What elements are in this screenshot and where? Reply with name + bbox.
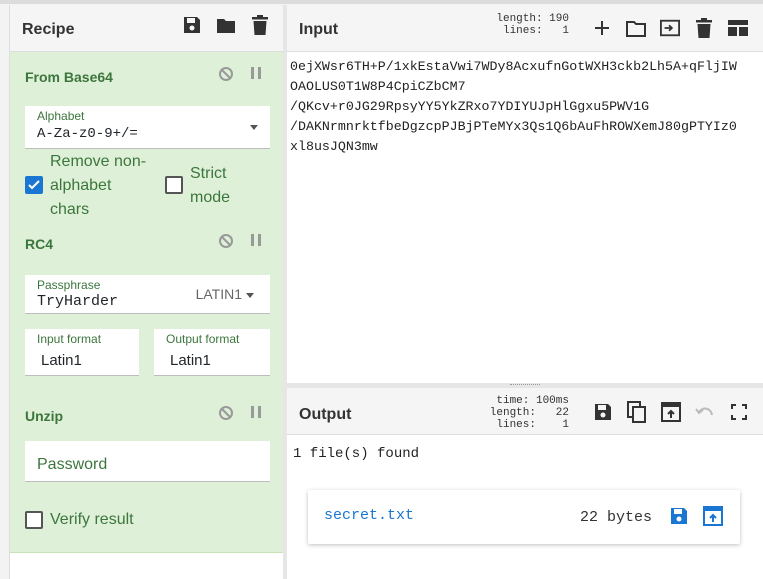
input-format-field[interactable]: Input format Latin1 [25, 329, 139, 376]
op-title: RC4 [25, 236, 54, 252]
input-icon[interactable] [660, 18, 680, 38]
trash-icon[interactable] [250, 15, 270, 35]
resize-grip [510, 384, 540, 387]
save-icon[interactable] [182, 15, 202, 35]
output-summary: 1 file(s) found [293, 446, 420, 462]
replace-input-icon[interactable] [661, 402, 681, 422]
recipe-panel: Recipe From Base64 Alphabet A-Za-z0-9+/= [9, 5, 284, 579]
recipe-title: Recipe [22, 21, 75, 38]
output-title: Output [299, 406, 352, 423]
alphabet-label: Alphabet [37, 109, 85, 123]
output-header: Output time: 100ms length: 22 lines: 1 [287, 388, 763, 435]
strict-mode-checkbox[interactable] [165, 176, 183, 194]
dropdown-caret-icon[interactable] [250, 125, 258, 130]
open-file-icon[interactable] [703, 506, 723, 526]
output-format-label: Output format [166, 332, 240, 346]
disable-icon[interactable] [218, 66, 234, 87]
remove-non-alpha-checkbox[interactable] [25, 176, 43, 194]
passphrase-field[interactable]: Passphrase TryHarder LATIN1 [25, 275, 270, 314]
password-placeholder: Password [37, 456, 108, 473]
encoding-caret-icon[interactable] [246, 293, 254, 298]
breakpoint-icon[interactable] [250, 233, 262, 254]
copy-icon[interactable] [627, 401, 647, 423]
breakpoint-icon[interactable] [250, 66, 262, 87]
breakpoint-icon[interactable] [250, 405, 262, 426]
verify-result-label: Verify result [50, 511, 134, 528]
output-length: length: 22 [489, 407, 569, 419]
input-stats: length: 190 lines: 1 [491, 13, 569, 37]
recipe-header: Recipe [10, 5, 284, 52]
op-rc4[interactable]: RC4 Passphrase TryHarder LATIN1 Input fo… [10, 219, 284, 388]
input-title: Input [299, 21, 339, 38]
trash-icon[interactable] [694, 18, 714, 38]
alphabet-field[interactable]: Alphabet A-Za-z0-9+/= [25, 106, 270, 149]
output-stats: time: 100ms length: 22 lines: 1 [483, 395, 569, 431]
passphrase-label: Passphrase [37, 278, 101, 292]
disable-icon[interactable] [218, 233, 234, 254]
output-pane: Output time: 100ms length: 22 lines: 1 1… [287, 388, 763, 579]
output-time: time: 100ms [496, 395, 569, 407]
op-title: From Base64 [25, 69, 113, 85]
input-textarea[interactable]: 0ejXWsr6TH+P/1xkEstaVwi7WDy8AcxufnGotWXH… [290, 57, 737, 157]
input-format-label: Input format [37, 332, 102, 346]
layout-icon[interactable] [728, 18, 748, 38]
op-unzip[interactable]: Unzip Password Verify result [10, 387, 284, 553]
undo-icon[interactable] [695, 402, 715, 422]
op-from-base64[interactable]: From Base64 Alphabet A-Za-z0-9+/= Remove… [10, 52, 284, 220]
verify-result-checkbox[interactable] [25, 511, 43, 529]
disable-icon[interactable] [218, 405, 234, 426]
password-field[interactable]: Password [25, 441, 270, 482]
output-format-value: Latin1 [170, 352, 211, 369]
file-card: secret.txt 22 bytes [308, 490, 740, 544]
input-format-value: Latin1 [41, 352, 82, 369]
save-output-icon[interactable] [593, 402, 613, 422]
input-length: length: 190 [496, 13, 569, 25]
open-folder-icon[interactable] [626, 18, 646, 38]
save-file-icon[interactable] [669, 506, 689, 526]
passphrase-value: TryHarder [37, 293, 119, 310]
strict-mode-label: Strict mode [190, 165, 231, 206]
folder-icon[interactable] [216, 15, 236, 35]
output-lines: lines: 1 [496, 419, 569, 431]
remove-non-alpha-label: Remove non- alphabet chars [50, 153, 147, 218]
passphrase-encoding[interactable]: LATIN1 [196, 286, 242, 302]
top-border [0, 0, 763, 4]
alphabet-value: A-Za-z0-9+/= [37, 126, 138, 142]
file-size: 22 bytes [580, 509, 653, 526]
maximise-icon[interactable] [729, 402, 749, 422]
file-name-link[interactable]: secret.txt [324, 507, 414, 524]
input-lines: lines: 1 [502, 25, 569, 37]
op-title: Unzip [25, 408, 64, 424]
input-header: Input length: 190 lines: 1 [287, 5, 763, 52]
output-format-field[interactable]: Output format Latin1 [154, 329, 270, 376]
add-icon[interactable] [592, 18, 612, 38]
